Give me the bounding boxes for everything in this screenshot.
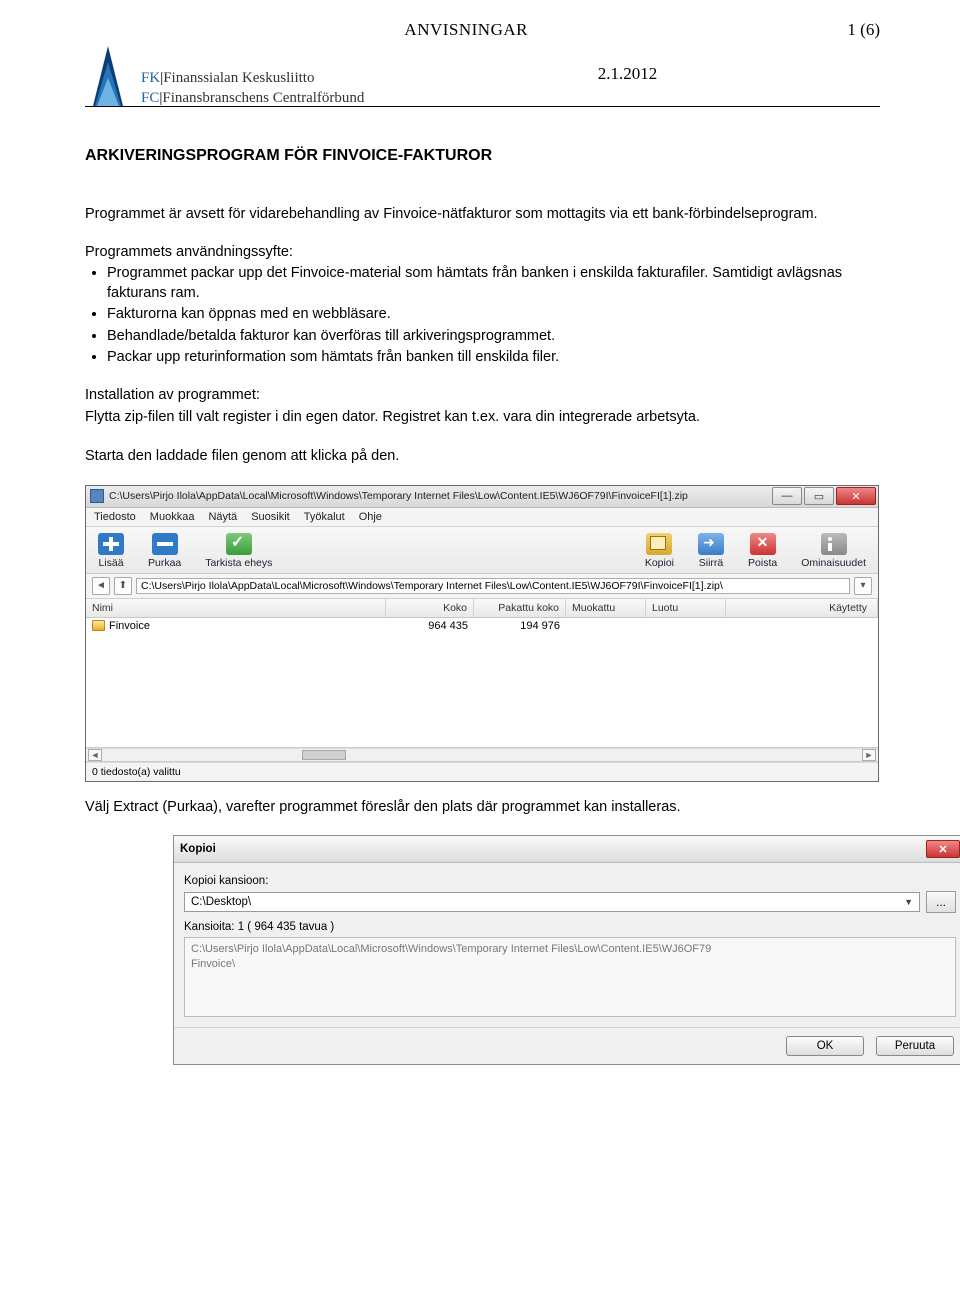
org-fk-abbr: FK <box>141 70 160 86</box>
row-name: Finvoice <box>109 620 150 632</box>
window-close-button[interactable]: ✕ <box>836 487 876 505</box>
doc-heading: ARKIVERINGSPROGRAM FÖR FINVOICE-FAKTUROR <box>85 147 880 165</box>
cancel-button[interactable]: Peruuta <box>876 1036 954 1056</box>
tb-copy-button[interactable]: Kopioi <box>645 533 674 569</box>
window-minimize-button[interactable]: — <box>772 487 802 505</box>
move-icon <box>698 533 724 555</box>
copy-destination-combo[interactable]: C:\Desktop\ ▼ <box>184 892 920 912</box>
intro-paragraph: Programmet är avsett för vidarebehandlin… <box>85 205 880 225</box>
install-p2: Starta den laddade filen genom att klick… <box>85 447 880 467</box>
window-maximize-button[interactable]: ▭ <box>804 487 834 505</box>
browse-button[interactable]: ... <box>926 891 956 913</box>
copy-dialog: Kopioi ✕ Kopioi kansioon: C:\Desktop\ ▼ … <box>173 835 960 1065</box>
plus-icon <box>98 533 124 555</box>
chevron-down-icon: ▼ <box>904 897 913 907</box>
folder-icon <box>92 620 105 631</box>
copy-icon <box>646 533 672 555</box>
copy-to-label: Kopioi kansioon: <box>184 875 956 887</box>
minus-icon <box>152 533 178 555</box>
izarc-titlebar: C:\Users\Pirjo Ilola\AppData\Local\Micro… <box>86 486 878 508</box>
tb-props-label: Ominaisuudet <box>801 557 866 569</box>
izarc-columns: Nimi Koko Pakattu koko Muokattu Luotu Kä… <box>86 599 878 618</box>
address-input[interactable]: C:\Users\Pirjo Ilola\AppData\Local\Micro… <box>136 578 850 594</box>
copy-count-line: Kansioita: 1 ( 964 435 tavua ) <box>184 921 956 933</box>
install-p1: Flytta zip-filen till valt register i di… <box>85 408 880 428</box>
after-shot-paragraph: Välj Extract (Purkaa), varefter programm… <box>85 798 880 818</box>
izarc-statusbar: 0 tiedosto(a) valittu <box>86 762 878 781</box>
izarc-hscrollbar[interactable]: ◄ ► <box>86 748 878 762</box>
tb-test-label: Tarkista eheys <box>205 557 272 569</box>
scroll-thumb[interactable] <box>302 750 346 760</box>
purpose-label: Programmets användningssyfte: <box>85 243 880 263</box>
org-fk-full: Finanssialan Keskusliitto <box>163 70 314 86</box>
menu-help[interactable]: Ohje <box>359 511 382 523</box>
izarc-addressbar: ◄ ⬆ C:\Users\Pirjo Ilola\AppData\Local\M… <box>86 574 878 599</box>
copy-dialog-title-text: Kopioi <box>180 843 216 855</box>
org-logo <box>85 44 131 114</box>
install-label: Installation av programmet: <box>85 386 880 406</box>
row-packed-size: 194 976 <box>474 618 566 634</box>
izarc-filelist[interactable]: Finvoice 964 435 194 976 <box>86 618 878 748</box>
address-text: C:\Users\Pirjo Ilola\AppData\Local\Micro… <box>141 580 723 592</box>
nav-back-button[interactable]: ◄ <box>92 577 110 595</box>
org-fc-abbr: FC <box>141 90 159 106</box>
list-item[interactable]: Finvoice 964 435 194 976 <box>86 618 878 634</box>
row-size: 964 435 <box>386 618 474 634</box>
copy-destination-value: C:\Desktop\ <box>191 896 251 908</box>
address-dropdown-button[interactable]: ▾ <box>854 577 872 595</box>
tb-props-button[interactable]: Ominaisuudet <box>801 533 866 569</box>
org-line-fk: FK|Finanssialan Keskusliitto <box>141 68 364 88</box>
tb-extract-label: Purkaa <box>148 557 181 569</box>
izarc-app-icon <box>90 489 104 503</box>
tb-move-button[interactable]: Siirrä <box>698 533 724 569</box>
copy-dialog-titlebar: Kopioi ✕ <box>174 836 960 863</box>
col-modified[interactable]: Muokattu <box>566 599 646 617</box>
menu-file[interactable]: Tiedosto <box>94 511 136 523</box>
tb-delete-button[interactable]: Poista <box>748 533 777 569</box>
info-icon <box>821 533 847 555</box>
col-created[interactable]: Luotu <box>646 599 726 617</box>
menu-fav[interactable]: Suosikit <box>251 511 290 523</box>
page-indicator: 1 (6) <box>847 20 880 40</box>
menu-view[interactable]: Näytä <box>208 511 237 523</box>
check-icon <box>226 533 252 555</box>
ok-button[interactable]: OK <box>786 1036 864 1056</box>
menu-tools[interactable]: Työkalut <box>304 511 345 523</box>
tb-test-button[interactable]: Tarkista eheys <box>205 533 272 569</box>
doc-date: 2.1.2012 <box>375 64 880 84</box>
tb-add-label: Lisää <box>98 557 123 569</box>
izarc-toolbar: Lisää Purkaa Tarkista eheys Kopioi <box>86 527 878 574</box>
menu-edit[interactable]: Muokkaa <box>150 511 195 523</box>
tb-move-label: Siirrä <box>699 557 724 569</box>
scroll-right-button[interactable]: ► <box>862 749 876 761</box>
col-packed-size[interactable]: Pakattu koko <box>474 599 566 617</box>
doc-type-label: ANVISNINGAR <box>404 20 528 40</box>
col-used[interactable]: Käytetty <box>726 599 878 617</box>
tb-extract-button[interactable]: Purkaa <box>148 533 181 569</box>
purpose-item: Packar upp returinformation som hämtats … <box>107 348 880 368</box>
purpose-item: Programmet packar upp det Finvoice-mater… <box>107 264 880 303</box>
izarc-title-text: C:\Users\Pirjo Ilola\AppData\Local\Micro… <box>109 490 765 502</box>
nav-up-button[interactable]: ⬆ <box>114 577 132 595</box>
tb-add-button[interactable]: Lisää <box>98 533 124 569</box>
tb-delete-label: Poista <box>748 557 777 569</box>
org-fc-full: Finansbranschens Centralförbund <box>162 90 364 106</box>
izarc-menubar: Tiedosto Muokkaa Näytä Suosikit Työkalut… <box>86 508 878 527</box>
org-line-fc: FC|Finansbranschens Centralförbund <box>141 88 364 108</box>
purpose-list: Programmet packar upp det Finvoice-mater… <box>107 264 880 368</box>
delete-icon <box>750 533 776 555</box>
tb-copy-label: Kopioi <box>645 557 674 569</box>
col-name[interactable]: Nimi <box>86 599 386 617</box>
copy-source-path: C:\Users\Pirjo Ilola\AppData\Local\Micro… <box>184 937 956 1017</box>
purpose-item: Fakturorna kan öppnas med en webbläsare. <box>107 305 880 325</box>
scroll-left-button[interactable]: ◄ <box>88 749 102 761</box>
purpose-item: Behandlade/betalda fakturor kan överföra… <box>107 327 880 347</box>
izarc-window: C:\Users\Pirjo Ilola\AppData\Local\Micro… <box>85 485 879 782</box>
col-size[interactable]: Koko <box>386 599 474 617</box>
dialog-close-button[interactable]: ✕ <box>926 840 960 858</box>
